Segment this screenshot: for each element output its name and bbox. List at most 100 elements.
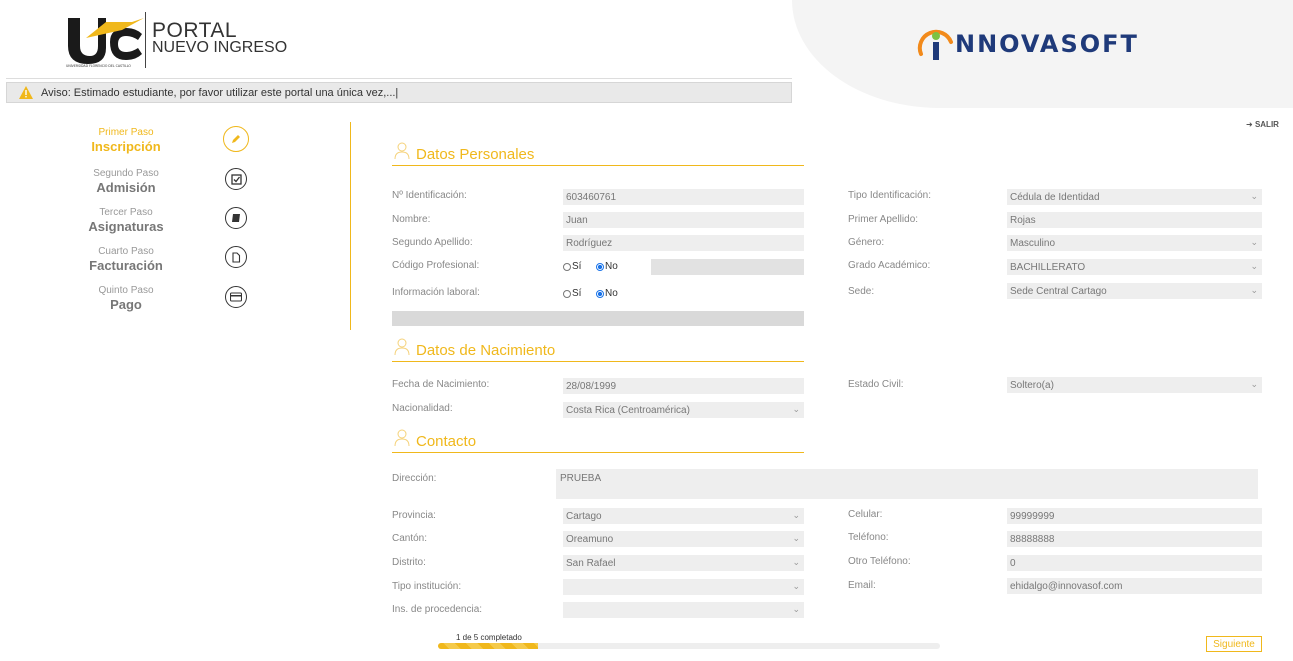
progress-bar bbox=[438, 643, 940, 649]
prof-code-input[interactable] bbox=[651, 259, 804, 275]
nationality-value: Costa Rica (Centroamérica) bbox=[566, 405, 690, 416]
step-main: Facturación bbox=[89, 258, 163, 273]
chevron-down-icon: ⌄ bbox=[1250, 285, 1258, 295]
step-admision[interactable]: Segundo Paso Admisión bbox=[56, 168, 196, 195]
name-label: Nombre: bbox=[392, 214, 431, 225]
step-main: Admisión bbox=[96, 180, 156, 195]
section-title: Datos Personales bbox=[416, 146, 535, 163]
user-icon bbox=[394, 142, 410, 160]
chevron-down-icon: ⌄ bbox=[792, 581, 800, 591]
radio-label: No bbox=[605, 288, 618, 299]
pencil-icon[interactable] bbox=[223, 126, 249, 152]
radio-label: Sí bbox=[572, 288, 582, 299]
email-input[interactable]: ehidalgo@innovasof.com bbox=[1007, 578, 1262, 594]
last2-label: Segundo Apellido: bbox=[392, 237, 473, 248]
step-main: Inscripción bbox=[91, 139, 161, 154]
step-sub: Primer Paso bbox=[98, 127, 154, 138]
chevron-down-icon: ⌄ bbox=[1250, 379, 1258, 389]
step-main: Pago bbox=[110, 297, 142, 312]
birth-date-label: Fecha de Nacimiento: bbox=[392, 379, 490, 390]
other-phone-input[interactable]: 0 bbox=[1007, 555, 1262, 571]
step-main: Asignaturas bbox=[88, 219, 164, 234]
logout-icon: ➜ bbox=[1246, 120, 1253, 129]
progress-fill bbox=[438, 643, 539, 649]
last1-label: Primer Apellido: bbox=[848, 214, 919, 225]
radio-dot bbox=[596, 289, 604, 298]
book-icon[interactable] bbox=[225, 207, 247, 229]
id-input[interactable]: 603460761 bbox=[563, 189, 804, 205]
district-value: San Rafael bbox=[566, 558, 616, 569]
id-type-label: Tipo Identificación: bbox=[848, 190, 932, 201]
id-type-select[interactable]: Cédula de Identidad ⌄ bbox=[1007, 189, 1262, 205]
chevron-down-icon: ⌄ bbox=[792, 604, 800, 614]
progress-label: 1 de 5 completado bbox=[456, 633, 522, 642]
institution-type-select[interactable]: ⌄ bbox=[563, 579, 804, 595]
canton-label: Cantón: bbox=[392, 533, 428, 544]
chevron-down-icon: ⌄ bbox=[1250, 237, 1258, 247]
origin-institution-select[interactable]: ⌄ bbox=[563, 602, 804, 618]
address-label: Dirección: bbox=[392, 473, 437, 484]
credit-card-icon[interactable] bbox=[225, 286, 247, 308]
section-datos-nacimiento: Datos de Nacimiento bbox=[392, 338, 804, 362]
logo-divider bbox=[145, 12, 146, 68]
section-datos-personales: Datos Personales bbox=[392, 142, 804, 166]
notice-bar: Aviso: Estimado estudiante, por favor ut… bbox=[6, 82, 792, 103]
name-input[interactable]: Juan bbox=[563, 212, 804, 228]
prof-code-no-radio[interactable]: No bbox=[596, 261, 618, 272]
step-facturacion[interactable]: Cuarto Paso Facturación bbox=[56, 246, 196, 273]
step-sub: Cuarto Paso bbox=[98, 246, 154, 257]
academic-value: BACHILLERATO bbox=[1010, 262, 1086, 273]
chevron-down-icon: ⌄ bbox=[1250, 191, 1258, 201]
next-button[interactable]: Siguiente bbox=[1206, 636, 1262, 652]
step-sub: Segundo Paso bbox=[93, 168, 159, 179]
district-select[interactable]: San Rafael ⌄ bbox=[563, 555, 804, 571]
phone-input[interactable]: 88888888 bbox=[1007, 531, 1262, 547]
prof-code-yes-radio[interactable]: Sí bbox=[563, 261, 581, 272]
work-info-label: Información laboral: bbox=[392, 287, 480, 298]
step-asignaturas[interactable]: Tercer Paso Asignaturas bbox=[56, 207, 196, 234]
step-inscripcion[interactable]: Primer Paso Inscripción bbox=[56, 127, 196, 154]
province-label: Provincia: bbox=[392, 510, 436, 521]
canton-select[interactable]: Oreamuno ⌄ bbox=[563, 531, 804, 547]
checkbox-icon[interactable] bbox=[225, 168, 247, 190]
logout-link[interactable]: ➜ SALIR bbox=[1246, 120, 1279, 129]
gender-value: Masculino bbox=[1010, 238, 1056, 249]
birth-date-input[interactable]: 28/08/1999 bbox=[563, 378, 804, 394]
radio-label: Sí bbox=[572, 261, 582, 272]
step-pago[interactable]: Quinto Paso Pago bbox=[56, 285, 196, 312]
prof-code-label: Código Profesional: bbox=[392, 260, 480, 271]
work-info-input[interactable] bbox=[392, 311, 804, 326]
id-type-value: Cédula de Identidad bbox=[1010, 192, 1100, 203]
radio-dot bbox=[596, 262, 604, 271]
civil-status-select[interactable]: Soltero(a) ⌄ bbox=[1007, 377, 1262, 393]
campus-select[interactable]: Sede Central Cartago ⌄ bbox=[1007, 283, 1262, 299]
chevron-down-icon: ⌄ bbox=[792, 404, 800, 414]
uca-logo: UNIVERSIDAD FLORENCIO DEL CASTILLO bbox=[66, 18, 144, 68]
address-textarea[interactable]: PRUEBA bbox=[556, 469, 1258, 499]
gender-select[interactable]: Masculino ⌄ bbox=[1007, 235, 1262, 251]
document-icon[interactable] bbox=[225, 246, 247, 268]
radio-label: No bbox=[605, 261, 618, 272]
work-no-radio[interactable]: No bbox=[596, 288, 618, 299]
work-yes-radio[interactable]: Sí bbox=[563, 288, 581, 299]
section-title: Contacto bbox=[416, 433, 477, 450]
warning-icon bbox=[19, 86, 33, 99]
civil-status-label: Estado Civil: bbox=[848, 379, 904, 390]
last2-input[interactable]: Rodríguez bbox=[563, 235, 804, 251]
other-phone-label: Otro Teléfono: bbox=[848, 556, 911, 567]
id-label: Nº Identificación: bbox=[392, 190, 467, 201]
logout-label: SALIR bbox=[1254, 120, 1279, 129]
last1-input[interactable]: Rojas bbox=[1007, 212, 1262, 228]
canton-value: Oreamuno bbox=[566, 534, 614, 545]
user-icon bbox=[394, 429, 410, 447]
step-sub: Quinto Paso bbox=[98, 285, 154, 296]
province-select[interactable]: Cartago ⌄ bbox=[563, 508, 804, 524]
notice-text: Aviso: Estimado estudiante, por favor ut… bbox=[41, 87, 399, 99]
campus-label: Sede: bbox=[848, 286, 875, 297]
nationality-select[interactable]: Costa Rica (Centroamérica) ⌄ bbox=[563, 402, 804, 418]
academic-select[interactable]: BACHILLERATO ⌄ bbox=[1007, 259, 1262, 275]
phone-label: Teléfono: bbox=[848, 532, 889, 543]
mobile-input[interactable]: 99999999 bbox=[1007, 508, 1262, 524]
email-label: Email: bbox=[848, 580, 876, 591]
chevron-down-icon: ⌄ bbox=[792, 533, 800, 543]
